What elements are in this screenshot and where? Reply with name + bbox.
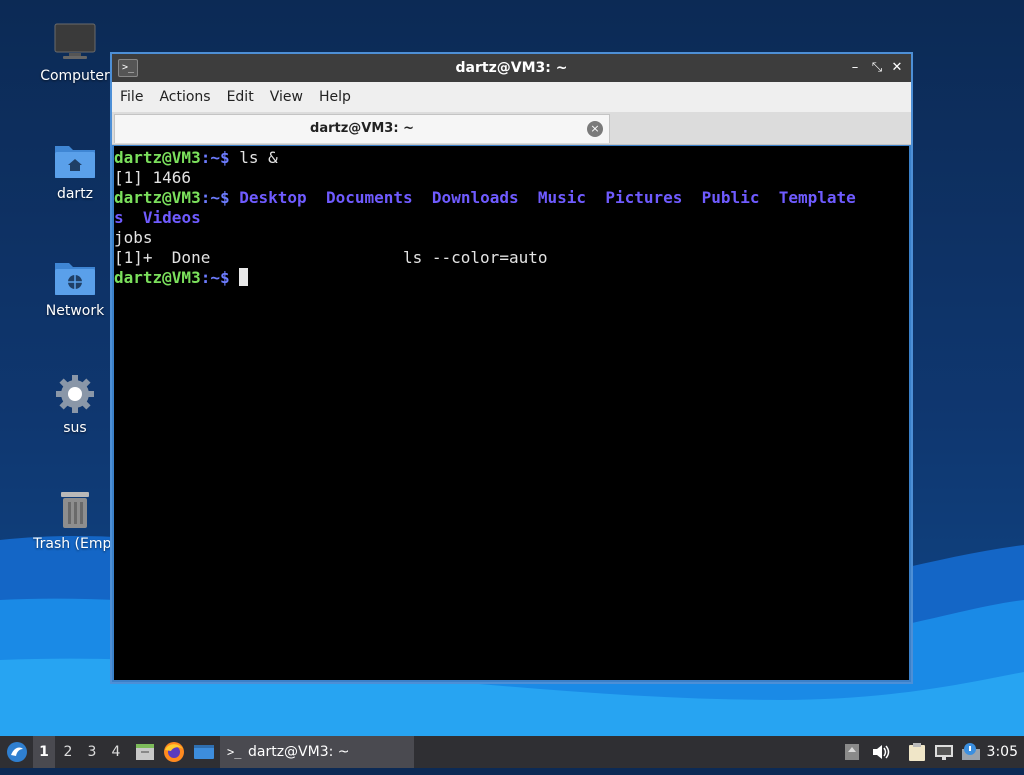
menu-actions[interactable]: Actions — [151, 82, 218, 112]
taskbar: 1 2 3 4 >_ dartz@VM3: ~ 3:05 — [0, 736, 1024, 768]
network-button[interactable] — [932, 736, 956, 768]
dir-entry: s — [114, 208, 124, 227]
terminal-line: dartz@VM3:~$ Desktop Documents Downloads… — [114, 188, 909, 208]
tab-close-icon[interactable]: × — [587, 121, 603, 137]
show-desktop-button[interactable] — [192, 736, 216, 768]
workspace-4[interactable]: 4 — [105, 736, 127, 768]
dir-entry: Desktop — [239, 188, 307, 207]
notification-info-icon — [962, 743, 980, 760]
network-folder-icon — [53, 257, 97, 297]
menu-file[interactable]: File — [112, 82, 151, 112]
task-terminal[interactable]: >_ dartz@VM3: ~ — [220, 736, 414, 768]
menu-edit[interactable]: Edit — [219, 82, 262, 112]
clock[interactable]: 3:05 — [987, 736, 1018, 768]
dir-entry: Template — [778, 188, 856, 207]
desktop-icon — [194, 745, 214, 759]
lubuntu-logo-icon — [7, 742, 27, 762]
workspace-1[interactable]: 1 — [33, 736, 55, 768]
clipboard-icon — [909, 743, 925, 761]
firefox-icon — [164, 742, 184, 762]
network-icon — [935, 745, 953, 760]
clipboard-button[interactable] — [906, 736, 928, 768]
menu-help[interactable]: Help — [311, 82, 359, 112]
terminal-output[interactable]: dartz@VM3:~$ ls & [1] 1466 dartz@VM3:~$ … — [114, 146, 909, 680]
firefox-launcher[interactable] — [162, 736, 186, 768]
gear-icon — [53, 374, 97, 414]
command-text: ls & — [229, 148, 278, 167]
prompt-path: :~$ — [200, 148, 230, 167]
maximize-button[interactable]: ⤡ — [867, 54, 887, 82]
terminal-task-icon: >_ — [227, 745, 242, 759]
close-button[interactable]: ✕ — [887, 54, 907, 82]
volume-button[interactable] — [870, 736, 892, 768]
computer-icon — [53, 22, 97, 62]
update-arrow-icon — [845, 744, 859, 760]
dir-entry: Public — [701, 188, 760, 207]
terminal-line: [1] 1466 — [114, 168, 192, 187]
terminal-window: >_ dartz@VM3: ~ – ⤡ ✕ File Actions Edit Vie… — [110, 52, 913, 684]
minimize-button[interactable]: – — [845, 54, 865, 82]
terminal-line: dartz@VM3:~$ — [114, 268, 909, 288]
volume-icon — [873, 745, 890, 759]
prompt-user: dartz@VM3 — [114, 148, 201, 167]
terminal-line: [1]+ Done ls --color=auto — [114, 248, 548, 267]
menu-bar: File Actions Edit View Help — [112, 82, 911, 112]
text-cursor — [239, 268, 249, 286]
window-title: dartz@VM3: ~ — [455, 60, 568, 76]
workspace-3[interactable]: 3 — [81, 736, 103, 768]
dir-entry: Pictures — [605, 188, 683, 207]
dir-entry: Documents — [325, 188, 413, 207]
tab-bar: dartz@VM3: ~ × — [112, 112, 911, 145]
task-label: dartz@VM3: ~ — [248, 744, 350, 760]
prompt-user: dartz@VM3 — [114, 188, 201, 207]
trash-icon — [53, 490, 97, 530]
prompt-path: :~$ — [200, 188, 230, 207]
notifications-button[interactable] — [958, 736, 984, 768]
dir-entry: Music — [537, 188, 587, 207]
terminal-line: dartz@VM3:~$ ls & — [114, 148, 909, 168]
tab-label: dartz@VM3: ~ — [310, 121, 414, 136]
prompt-path: :~$ — [200, 268, 230, 287]
tray-updates[interactable] — [843, 736, 861, 768]
menu-view[interactable]: View — [262, 82, 311, 112]
prompt-user: dartz@VM3 — [114, 268, 201, 287]
file-manager-launcher[interactable] — [133, 736, 157, 768]
workspace-2[interactable]: 2 — [57, 736, 79, 768]
tab-terminal[interactable]: dartz@VM3: ~ × — [114, 114, 610, 143]
terminal-line: s Videos — [114, 208, 909, 228]
window-titlebar[interactable]: >_ dartz@VM3: ~ – ⤡ ✕ — [112, 54, 911, 82]
terminal-line: jobs — [114, 228, 153, 247]
file-manager-icon — [136, 744, 154, 760]
dir-entry: Videos — [142, 208, 201, 227]
dir-entry: Downloads — [431, 188, 519, 207]
app-menu-button[interactable] — [4, 736, 30, 768]
home-folder-icon — [53, 140, 97, 180]
